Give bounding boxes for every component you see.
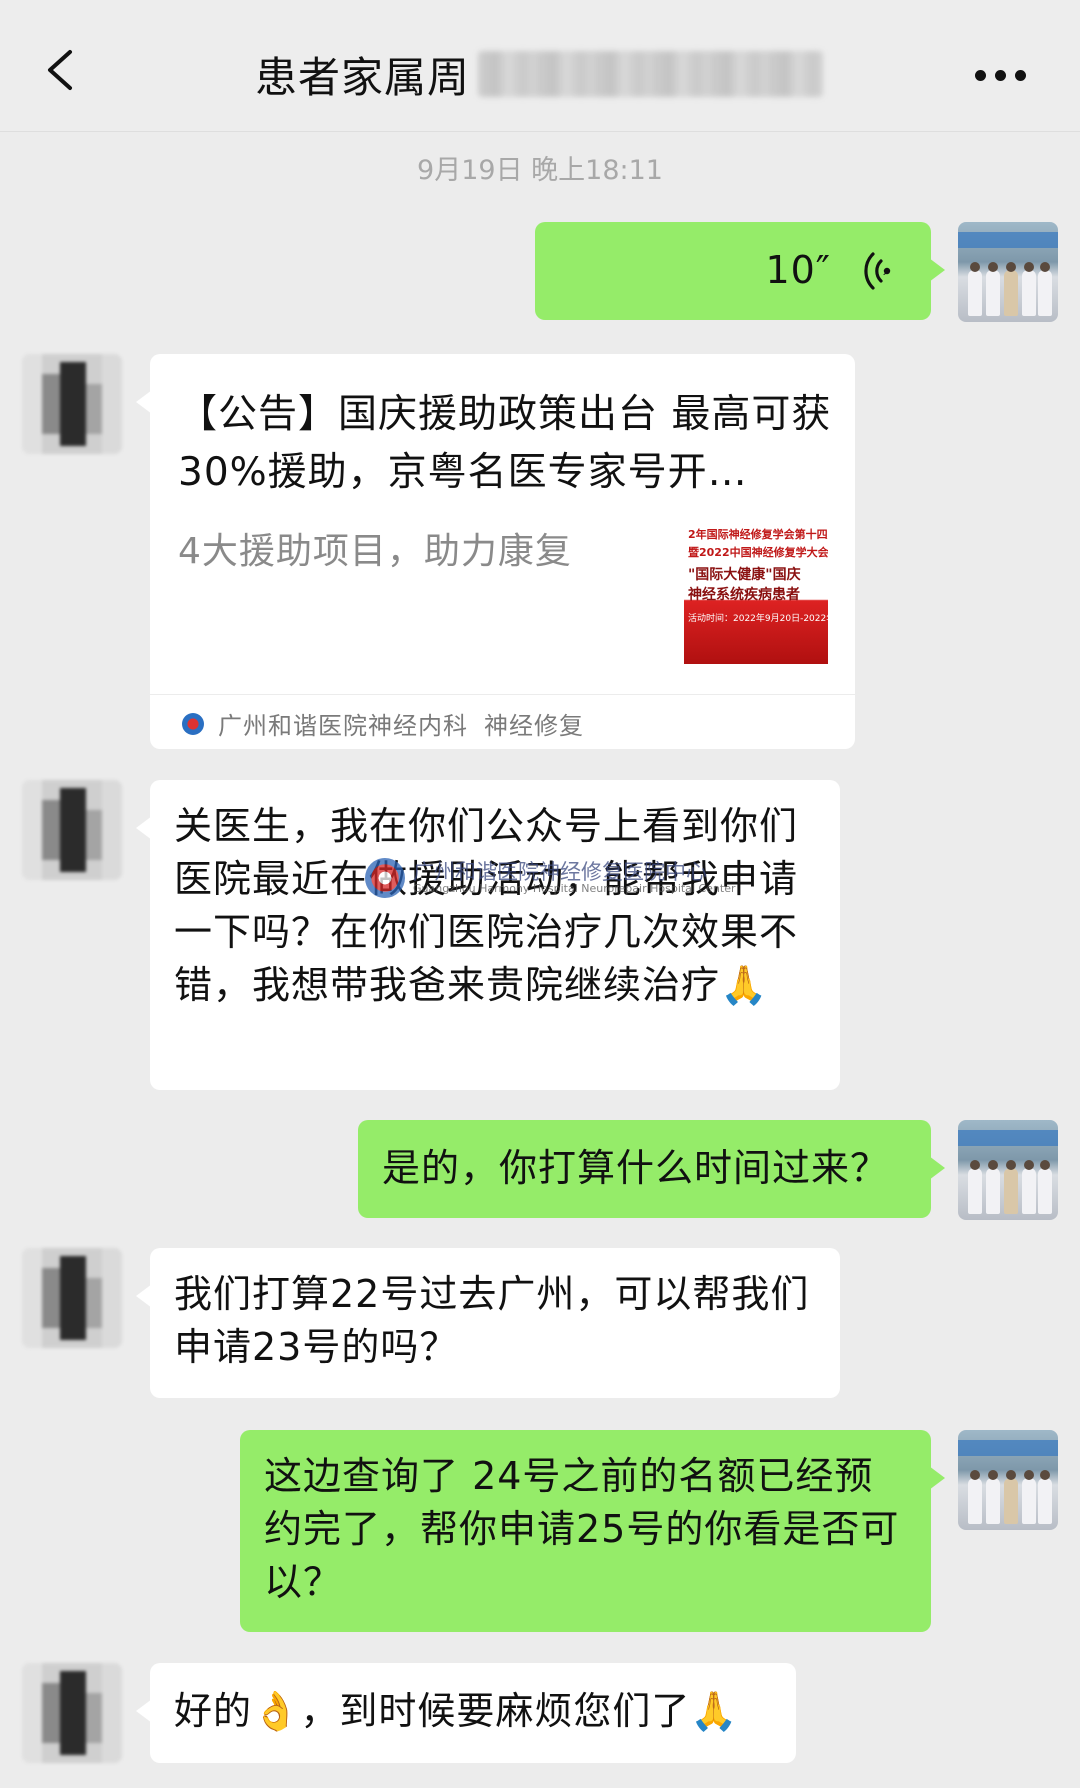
- article-title: 【公告】国庆援助政策出台 最高可获30%援助，京粤名医专家号开…: [178, 392, 832, 495]
- message-bubble[interactable]: 我们打算22号过去广州，可以帮我们申请23号的吗？: [136, 1248, 840, 1398]
- thumbnail-text: "国际大健康"国庆: [688, 567, 801, 583]
- watermark: 广州和谐医院神经修复医院中心 Guangzhou Harmony Hospita…: [365, 858, 736, 898]
- chat-title-text: 患者家属周: [255, 52, 471, 102]
- avatar-doctor[interactable]: [958, 1430, 1058, 1530]
- message-text: 好的👌，到时候要麻烦您们了🙏: [174, 1689, 739, 1733]
- message-bubble[interactable]: 这边查询了 24号之前的名额已经预约完了，帮你申请25号的你看是否可以？: [240, 1430, 945, 1632]
- message-bubble[interactable]: 关医生，我在你们公众号上看到你们医院最近在做援助活动，能帮我申请一下吗？在你们医…: [136, 780, 840, 1090]
- chat-title: 患者家属周: [255, 44, 824, 104]
- message-text: 这边查询了 24号之前的名额已经预约完了，帮你申请25号的你看是否可以？: [264, 1454, 900, 1604]
- article-description: 4大援助项目，助力康复: [178, 531, 572, 572]
- message-text: 关医生，我在你们公众号上看到你们医院最近在做援助活动，能帮我申请一下吗？在你们医…: [174, 804, 799, 1007]
- avatar-patient-family[interactable]: [22, 1248, 122, 1348]
- voice-message[interactable]: 10″: [535, 222, 945, 320]
- back-icon[interactable]: [42, 48, 78, 92]
- watermark-logo: [365, 858, 405, 898]
- article-card[interactable]: 【公告】国庆援助政策出台 最高可获30%援助，京粤名医专家号开… 4大援助项目，…: [136, 354, 855, 749]
- watermark-text: 广州和谐医院神经修复医院中心: [413, 860, 707, 884]
- voice-wave-icon: [864, 252, 891, 290]
- article-source[interactable]: 广州和谐医院神经内科 神经修复: [182, 706, 584, 741]
- message-text: 我们打算22号过去广州，可以帮我们申请23号的吗？: [174, 1272, 810, 1369]
- thumbnail-text: 2年国际神经修复学会第十四届: [688, 528, 828, 541]
- source-tag: 神经修复: [484, 712, 584, 740]
- voice-duration: 10″: [765, 248, 831, 292]
- message-bubble[interactable]: 是的，你打算什么时间过来？: [358, 1120, 945, 1218]
- watermark-subtext: Guangzhou Harmony Hospital Neurorepair H…: [413, 882, 736, 895]
- avatar-doctor[interactable]: [958, 1120, 1058, 1220]
- avatar-patient-family[interactable]: [22, 354, 122, 454]
- source-logo-icon: [182, 712, 204, 735]
- thumbnail-text: 活动时间：2022年9月20日-2022年10月20日: [688, 614, 828, 624]
- avatar-patient-family[interactable]: [22, 780, 122, 880]
- message-timestamp: 9月19日 晚上18:11: [417, 155, 663, 186]
- chat-header: 患者家属周: [0, 0, 1080, 132]
- avatar-patient-family[interactable]: [22, 1663, 122, 1763]
- thumbnail-text: 暨2022中国神经修复学大会: [688, 546, 828, 559]
- message-text: 是的，你打算什么时间过来？: [382, 1146, 890, 1190]
- article-thumbnail: 2年国际神经修复学会第十四届 暨2022中国神经修复学大会 "国际大健康"国庆 …: [684, 520, 828, 664]
- more-icon[interactable]: [975, 70, 1027, 82]
- message-bubble[interactable]: 好的👌，到时候要麻烦您们了🙏: [136, 1663, 796, 1763]
- source-name: 广州和谐医院神经内科: [218, 712, 468, 740]
- card-divider: [150, 694, 855, 695]
- avatar-doctor[interactable]: [958, 222, 1058, 322]
- thumbnail-text: 神经系统疾病患者: [688, 587, 800, 603]
- redacted-name-blur: [478, 51, 824, 97]
